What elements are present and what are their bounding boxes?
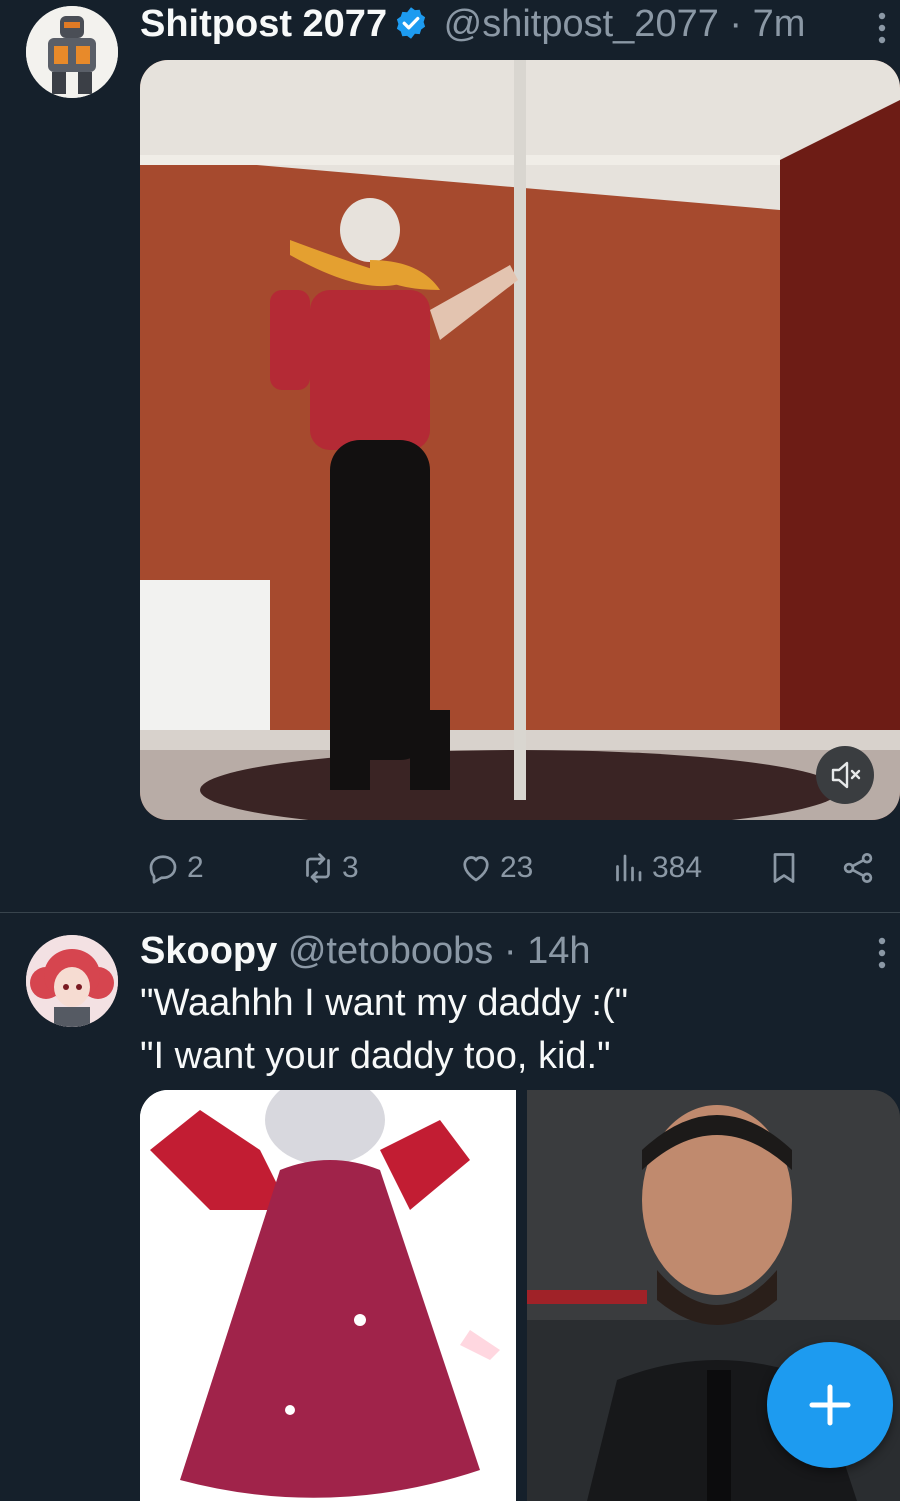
like-icon (463, 856, 489, 882)
tweet-text: "Waahhh I want my daddy :(" "I want your… (140, 977, 880, 1083)
share-button[interactable] (840, 840, 882, 896)
more-options-icon[interactable] (870, 8, 894, 48)
tweet-skoopy[interactable]: Skoopy @tetoboobs · 14h "Waahhh I want m… (0, 913, 900, 1501)
action-bar: 2 3 23 384 (140, 840, 900, 896)
more-options-icon[interactable] (870, 933, 894, 973)
compose-button[interactable] (767, 1342, 893, 1468)
tweet-video[interactable] (140, 60, 900, 820)
mute-icon[interactable] (816, 746, 874, 804)
repost-count: 3 (342, 851, 359, 884)
tweet-text-line: "Waahhh I want my daddy :(" (140, 982, 629, 1024)
share-icon (843, 853, 873, 883)
like-count: 23 (500, 851, 534, 884)
repost-button[interactable]: 3 (300, 840, 359, 896)
reply-icon (149, 855, 177, 884)
reply-count: 2 (187, 851, 204, 884)
timestamp[interactable]: · 14h (504, 930, 591, 972)
verified-badge-icon (393, 5, 429, 41)
compose-icon (809, 1384, 851, 1426)
bookmark-icon (773, 853, 795, 883)
tweet-shitpost[interactable]: Shitpost 2077 @shitpost_2077 · 7m 2 3 23… (0, 0, 900, 912)
tweet-header: Skoopy @tetoboobs · 14h (140, 927, 840, 975)
timestamp[interactable]: · 7m (729, 3, 805, 45)
tweet-image[interactable] (140, 1090, 516, 1501)
view-count: 384 (652, 851, 703, 884)
reply-button[interactable]: 2 (145, 840, 204, 896)
avatar[interactable] (26, 6, 118, 98)
author-handle[interactable]: @tetoboobs (288, 930, 494, 972)
views-button[interactable]: 384 (610, 840, 702, 896)
repost-icon (306, 853, 330, 883)
like-button[interactable]: 23 (458, 840, 533, 896)
tweet-text-line: "I want your daddy too, kid." (140, 1035, 611, 1077)
bookmark-button[interactable] (766, 840, 808, 896)
author-name[interactable]: Skoopy (140, 930, 277, 972)
views-icon (616, 854, 642, 882)
tweet-header: Shitpost 2077 @shitpost_2077 · 7m (140, 0, 840, 48)
author-name[interactable]: Shitpost 2077 (140, 3, 387, 45)
avatar[interactable] (26, 935, 118, 1027)
author-handle[interactable]: @shitpost_2077 (444, 3, 719, 45)
